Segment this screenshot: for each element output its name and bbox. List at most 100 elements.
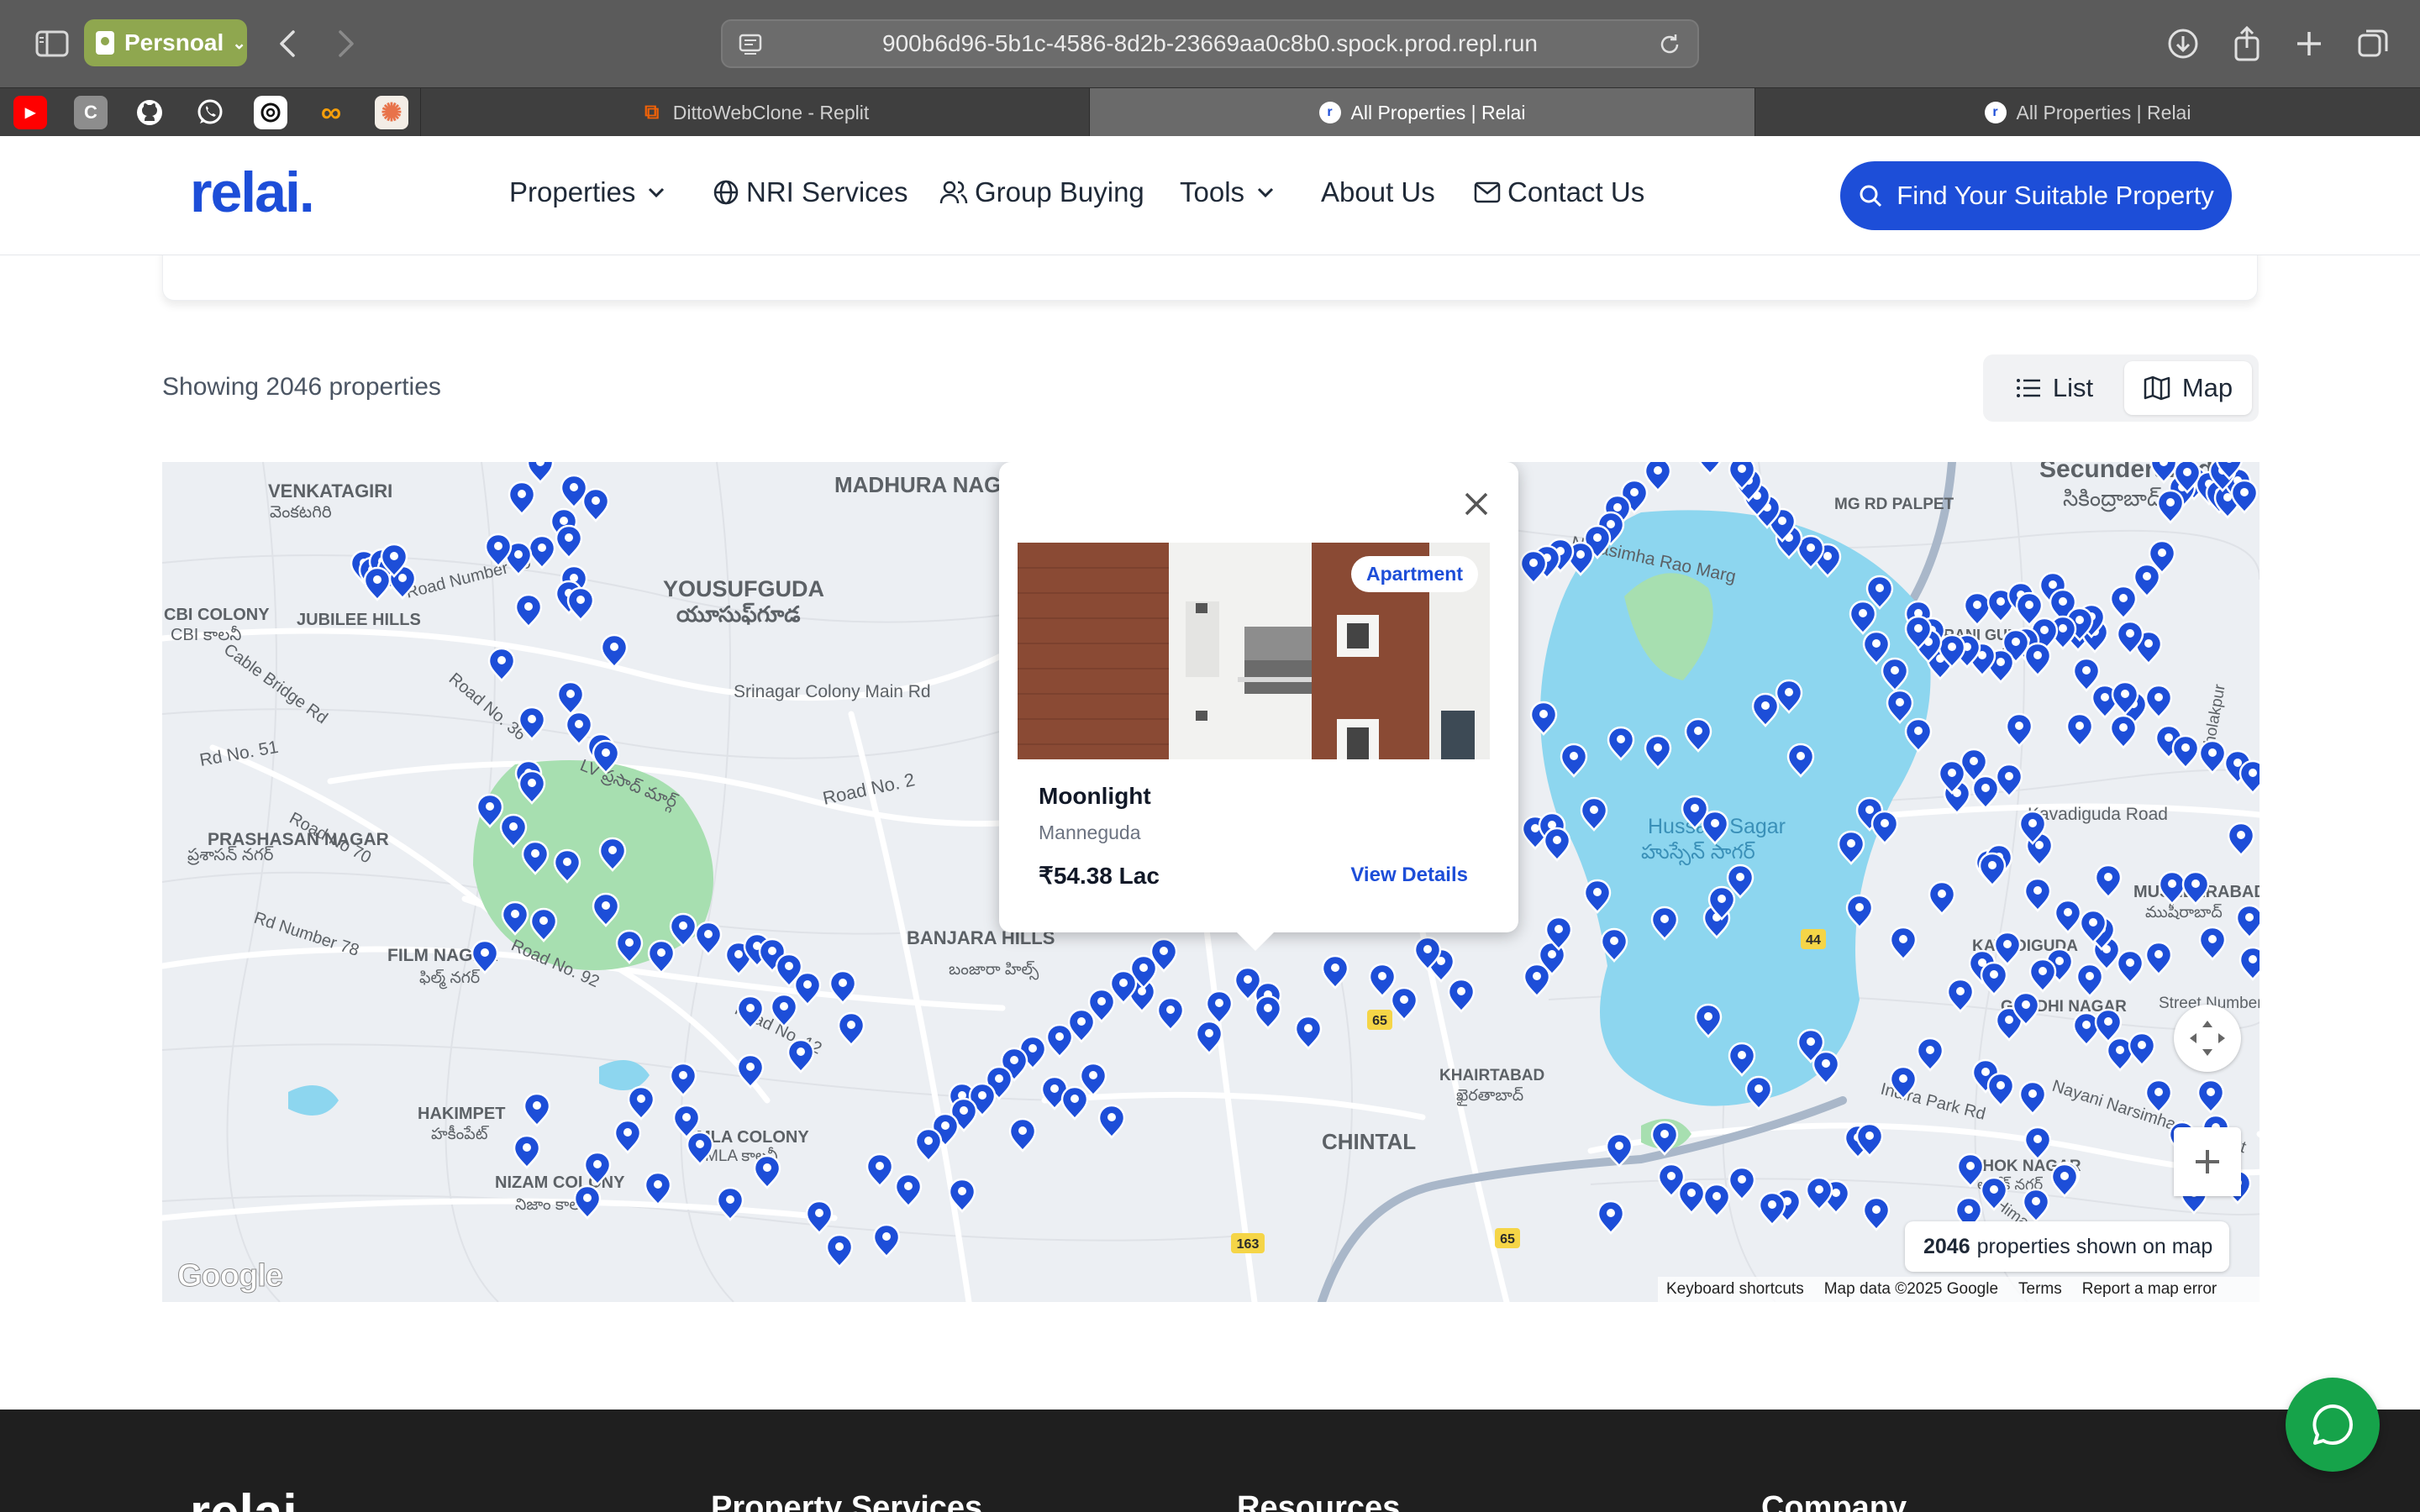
profile-icon	[96, 31, 114, 55]
property-map[interactable]: VENKATAGIRI వెంకటగిరి YOUSUFGUDA యూసుఫ్‌…	[162, 462, 2260, 1302]
nav-group-buying-label: Group Buying	[975, 176, 1144, 207]
property-price: ₹54.38 Lac	[1039, 863, 1160, 889]
map-property-count: 2046 properties shown on map	[1905, 1221, 2230, 1272]
map-label: సికింద్రాబాద్	[2063, 486, 2162, 512]
claude-icon[interactable]: ✺	[375, 96, 408, 129]
nav-nri-services[interactable]: NRI Services	[713, 176, 908, 208]
map-label: JUBILEE HILLS	[297, 611, 421, 629]
property-photo[interactable]: Apartment	[1018, 543, 1490, 759]
close-icon[interactable]	[1460, 487, 1493, 521]
sidebar-toggle-icon[interactable]	[30, 22, 74, 66]
map-label: వెంకటగిరి	[270, 503, 332, 522]
new-tab-icon[interactable]	[2287, 22, 2331, 66]
map-label: VENKATAGIRI	[268, 480, 392, 501]
share-icon[interactable]	[2225, 22, 2269, 66]
site-logo[interactable]: relai.	[190, 160, 315, 225]
list-icon	[2016, 379, 2040, 397]
globe-icon	[713, 180, 739, 205]
nav-group-buying[interactable]: Group Buying	[939, 176, 1144, 208]
fullscreen-control[interactable]	[2174, 1005, 2241, 1072]
github-icon[interactable]	[133, 96, 166, 129]
map-count-number: 2046	[1923, 1234, 1970, 1258]
tab-title: All Properties | Relai	[1350, 101, 1526, 123]
find-property-label: Find Your Suitable Property	[1897, 181, 2214, 210]
replit-icon: ⧉	[644, 101, 660, 123]
youtube-icon[interactable]: ▶	[13, 96, 47, 129]
nav-tools[interactable]: Tools	[1180, 176, 1281, 208]
map-label: ప్రశాసన్ నగర్	[187, 846, 273, 865]
map-label: MG RD PALPET	[1834, 496, 1954, 513]
map-label: ముషీరాబాద్	[2145, 903, 2223, 921]
footer-logo[interactable]: relai.	[190, 1483, 312, 1512]
profile-label: Persnoal	[124, 29, 224, 55]
site-header: relai. Properties NRI Services Group Buy…	[0, 136, 2420, 255]
map-label: Kavadiguda Road	[2028, 805, 2168, 824]
map-label: YOUSUFGUDA	[663, 576, 824, 601]
back-arrow-icon[interactable]	[266, 22, 309, 66]
map-label: ఫిల్మ్ నగర్	[419, 969, 481, 990]
view-toggle: List Map	[1983, 354, 2259, 422]
move-icon	[2190, 1021, 2225, 1056]
map-view-label: Map	[2181, 373, 2233, 402]
map-label: CBI COLONY	[164, 606, 270, 624]
tab-dittowebclone[interactable]: ⧉ DittoWebClone - Replit	[420, 88, 1089, 137]
page-menu-icon[interactable]	[738, 32, 763, 63]
chat-button[interactable]	[2286, 1378, 2380, 1472]
highway-shield: 65	[1372, 1014, 1387, 1028]
tab-all-properties[interactable]: r All Properties | Relai	[1754, 88, 2420, 137]
list-view-button[interactable]: List	[1990, 361, 2119, 415]
tab-overview-icon[interactable]	[2351, 22, 2395, 66]
relai-favicon-icon: r	[1984, 102, 2007, 123]
report-map-error-link[interactable]: Report a map error	[2082, 1280, 2217, 1299]
map-label: ఖైరతాబాద్	[1456, 1087, 1523, 1106]
nav-properties[interactable]: Properties	[509, 176, 672, 208]
chevron-down-icon	[1257, 187, 1274, 198]
map-count-label: properties shown on map	[1976, 1234, 2213, 1258]
profile-switcher[interactable]: Persnoal ⌄	[84, 19, 247, 66]
google-logo[interactable]: Google	[177, 1258, 284, 1294]
tab-all-properties-active[interactable]: r All Properties | Relai	[1089, 88, 1754, 137]
plus-icon	[2196, 1150, 2219, 1173]
map-label: హుస్సేన్ సాగర్	[1641, 841, 1755, 866]
nav-about-us[interactable]: About Us	[1321, 176, 1435, 208]
map-label: CHINTAL	[1322, 1129, 1416, 1154]
address-bar[interactable]: 900b6d96-5b1c-4586-8d2b-23669aa0c8b0.spo…	[721, 19, 1699, 68]
map-label: హకీంపేట్	[431, 1125, 490, 1143]
list-view-label: List	[2052, 373, 2094, 402]
footer-heading-resources: Resources	[1237, 1490, 1401, 1512]
map-attribution: Keyboard shortcuts Map data ©2025 Google…	[1658, 1277, 2260, 1302]
property-popup[interactable]: Apartment Moonlight Manneguda ₹54.38 Lac…	[999, 462, 1518, 951]
forward-arrow-icon[interactable]	[324, 22, 368, 66]
footer-heading-property-services: Property Services	[711, 1490, 983, 1512]
map-icon	[2144, 375, 2170, 401]
zoom-in-button[interactable]	[2174, 1127, 2241, 1196]
nav-contact-label: Contact Us	[1507, 176, 1645, 207]
highway-shield: 163	[1237, 1237, 1260, 1252]
nav-nri-label: NRI Services	[746, 176, 908, 207]
tab-title: All Properties | Relai	[2016, 101, 2191, 123]
c-app-icon[interactable]: C	[74, 96, 108, 129]
view-details-link[interactable]: View Details	[1350, 864, 1468, 887]
map-label: యూసుఫ్‌గూడ	[676, 601, 801, 627]
keyboard-shortcuts-link[interactable]: Keyboard shortcuts	[1666, 1280, 1804, 1299]
search-icon	[1860, 185, 1882, 207]
map-view-button[interactable]: Map	[2124, 361, 2252, 415]
property-type-badge: Apartment	[1350, 556, 1478, 592]
infinity-icon[interactable]: ∞	[314, 96, 348, 129]
tab-bar: ▶ C ∞ ✺ ⧉ DittoWebClone - Replit r All P…	[0, 87, 2420, 137]
openai-icon[interactable]	[254, 96, 287, 129]
highway-shield: 65	[1500, 1232, 1515, 1247]
map-label: KHAIRTABAD	[1439, 1067, 1544, 1084]
users-icon	[939, 181, 968, 204]
property-title: Moonlight	[1039, 783, 1151, 809]
downloads-icon[interactable]	[2161, 22, 2205, 66]
whatsapp-icon[interactable]	[193, 96, 227, 129]
chat-bubble-icon	[2312, 1404, 2353, 1445]
nav-properties-label: Properties	[509, 176, 636, 207]
reload-icon[interactable]	[1657, 32, 1682, 63]
terms-link[interactable]: Terms	[2018, 1280, 2062, 1299]
nav-contact-us[interactable]: Contact Us	[1474, 176, 1644, 208]
find-property-button[interactable]: Find Your Suitable Property	[1840, 161, 2232, 230]
footer-heading-company: Company	[1761, 1490, 1907, 1512]
mail-icon	[1474, 181, 1501, 203]
